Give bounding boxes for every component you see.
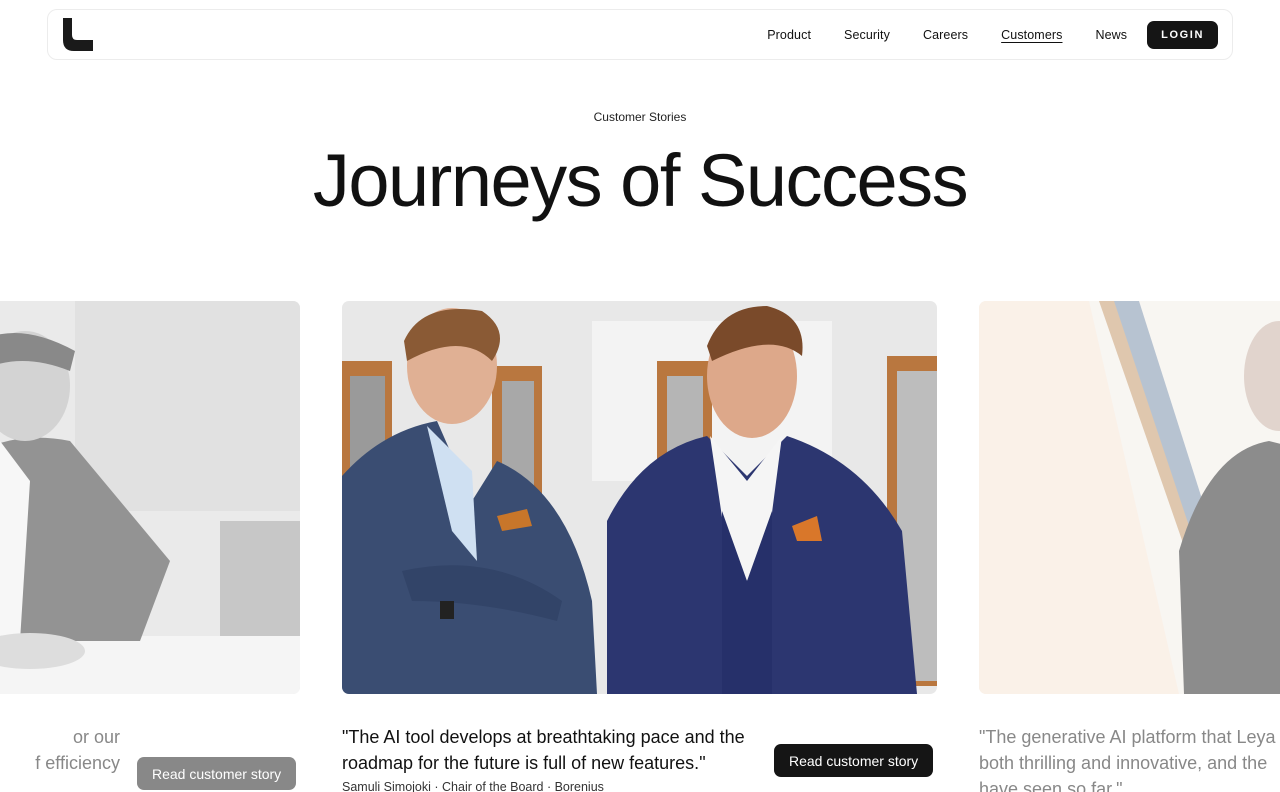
customer-photo-right[interactable] xyxy=(979,301,1280,694)
login-button[interactable]: LOGIN xyxy=(1147,20,1218,49)
page-title: Journeys of Success xyxy=(312,139,969,222)
read-story-button-center[interactable]: Read customer story xyxy=(774,744,934,777)
quote-left-partial: or our f efficiency xyxy=(35,727,120,773)
read-story-button-left[interactable]: Read customer story xyxy=(137,757,297,790)
customer-quote-center: "The AI tool develops at breathtaking pa… xyxy=(342,727,745,773)
nav-news[interactable]: News xyxy=(1096,28,1128,42)
nav-product[interactable]: Product xyxy=(767,28,811,42)
quote-attribution: Samuli Simojoki · Chair of the Board · B… xyxy=(342,780,604,792)
nav-links: Product Security Careers Customers News … xyxy=(767,20,1218,49)
top-navbar: Product Security Careers Customers News … xyxy=(47,9,1233,60)
customer-photo-left[interactable] xyxy=(0,301,300,694)
section-eyebrow: Customer Stories xyxy=(593,110,687,124)
nav-careers[interactable]: Careers xyxy=(923,28,968,42)
nav-security[interactable]: Security xyxy=(844,28,890,42)
nav-customers[interactable]: Customers xyxy=(1001,28,1062,42)
quote-right-partial: "The generative AI platform that Leya is… xyxy=(979,727,1280,792)
brand-logo[interactable] xyxy=(61,18,95,51)
customer-photo-center[interactable] xyxy=(342,301,937,694)
